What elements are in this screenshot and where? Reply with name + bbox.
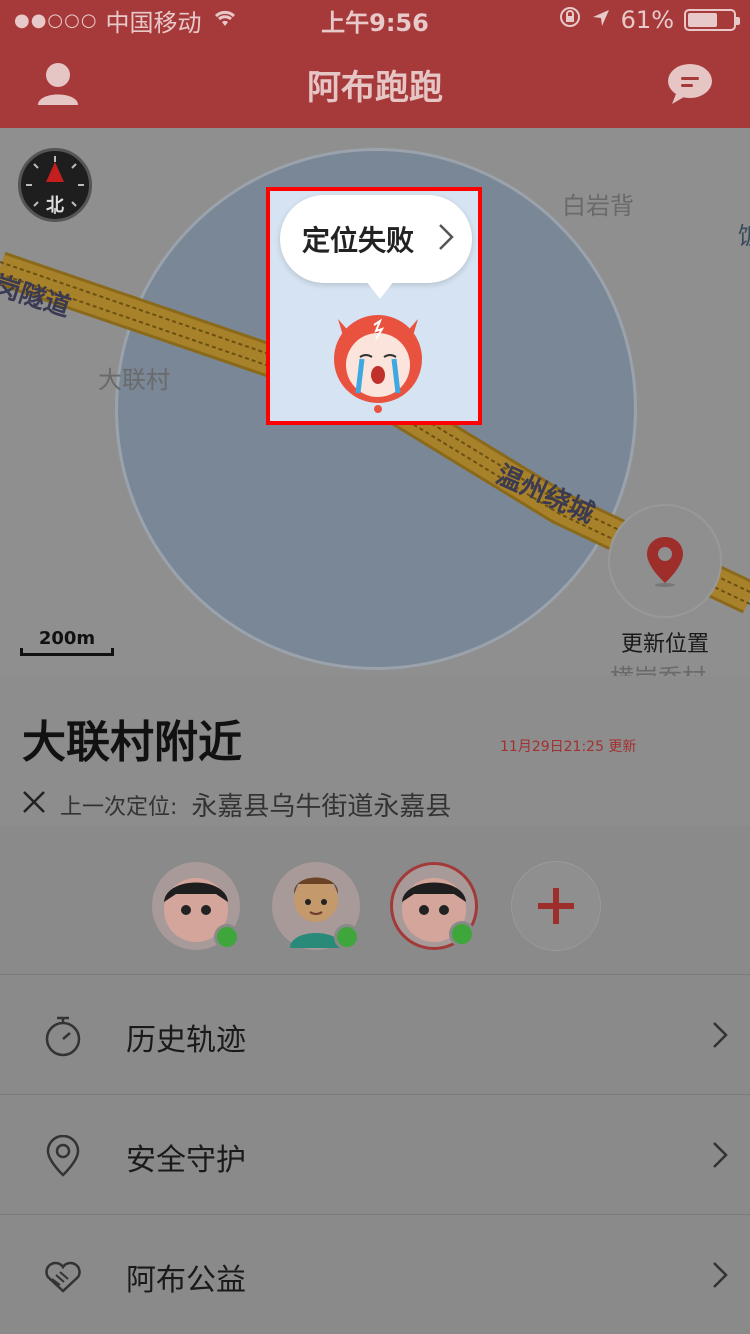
scale-label: 200m xyxy=(38,628,96,649)
menu-label-history: 历史轨迹 xyxy=(126,1023,246,1058)
app-title: 阿布跑跑 xyxy=(307,67,443,108)
location-arrow-icon xyxy=(591,6,611,34)
plus-icon xyxy=(538,888,574,924)
map-label-edge: 饭 xyxy=(738,216,750,251)
compass[interactable]: 北 xyxy=(18,148,92,222)
menu-item-charity[interactable]: 阿布公益 xyxy=(0,1214,750,1334)
chevron-right-icon xyxy=(713,1142,728,1168)
map-pin-icon xyxy=(647,537,683,587)
wifi-icon xyxy=(212,6,238,34)
menu-label-safety: 安全守护 xyxy=(126,1143,246,1178)
close-icon xyxy=(22,790,46,820)
update-time: 11月29日21:25 更新 xyxy=(500,739,637,755)
map-label-dalian: 大联村 xyxy=(98,366,170,394)
battery-icon xyxy=(684,9,740,31)
nav-bar: 阿布跑跑 xyxy=(0,40,750,128)
location-info-card: 大联村附近 11月29日21:25 更新 上一次定位: 永嘉县乌牛街道永嘉县 xyxy=(0,676,750,826)
child-avatar-3-selected[interactable] xyxy=(390,862,478,950)
status-text: 定位失败 xyxy=(302,224,415,257)
chat-bubble-icon xyxy=(668,64,712,104)
chevron-right-icon xyxy=(713,1022,728,1048)
compass-label: 北 xyxy=(46,195,64,216)
stopwatch-icon xyxy=(45,1016,81,1057)
add-device-button[interactable] xyxy=(512,862,600,950)
update-location-label[interactable]: 更新位置 xyxy=(604,622,726,662)
menu-item-history[interactable]: 历史轨迹 xyxy=(0,974,750,1094)
heart-hands-icon xyxy=(45,1261,81,1293)
rotation-lock-icon xyxy=(559,6,581,34)
crying-mascot-icon xyxy=(330,309,426,413)
menu-label-charity: 阿布公益 xyxy=(126,1263,246,1298)
last-location-prefix: 上一次定位: xyxy=(60,794,178,820)
battery-percent: 61% xyxy=(620,6,674,34)
profile-button[interactable] xyxy=(28,54,88,114)
child-avatar-1[interactable] xyxy=(152,862,240,950)
online-status-dot xyxy=(214,924,240,950)
online-status-dot xyxy=(449,921,475,947)
child-avatar-2[interactable] xyxy=(272,862,360,950)
location-failed-popup[interactable]: 定位失败 xyxy=(266,187,482,425)
map-scale: 200m xyxy=(20,628,114,656)
update-location-button[interactable] xyxy=(610,506,720,616)
last-location: 上一次定位: 永嘉县乌牛街道永嘉县 xyxy=(22,786,451,823)
carrier-name: 中国移动 xyxy=(105,8,202,37)
online-status-dot xyxy=(334,924,360,950)
status-bar: ●●○○○ 中国移动 上午9:56 61% xyxy=(0,0,750,40)
signal-strength: ●●○○○ xyxy=(14,9,98,31)
feature-menu: 历史轨迹 安全守护 阿布公益 xyxy=(0,974,750,1334)
status-bubble[interactable]: 定位失败 xyxy=(280,195,472,299)
map-label-baiyanbei: 白岩背 xyxy=(562,192,634,220)
location-pin-icon xyxy=(46,1135,80,1177)
messages-button[interactable] xyxy=(660,54,720,114)
last-location-address: 永嘉县乌牛街道永嘉县 xyxy=(191,792,452,822)
chevron-right-icon xyxy=(438,223,454,255)
user-icon xyxy=(38,63,78,105)
device-avatars xyxy=(0,826,750,974)
location-title: 大联村附近 xyxy=(22,717,242,768)
chevron-right-icon xyxy=(713,1262,728,1288)
menu-item-safety[interactable]: 安全守护 xyxy=(0,1094,750,1214)
